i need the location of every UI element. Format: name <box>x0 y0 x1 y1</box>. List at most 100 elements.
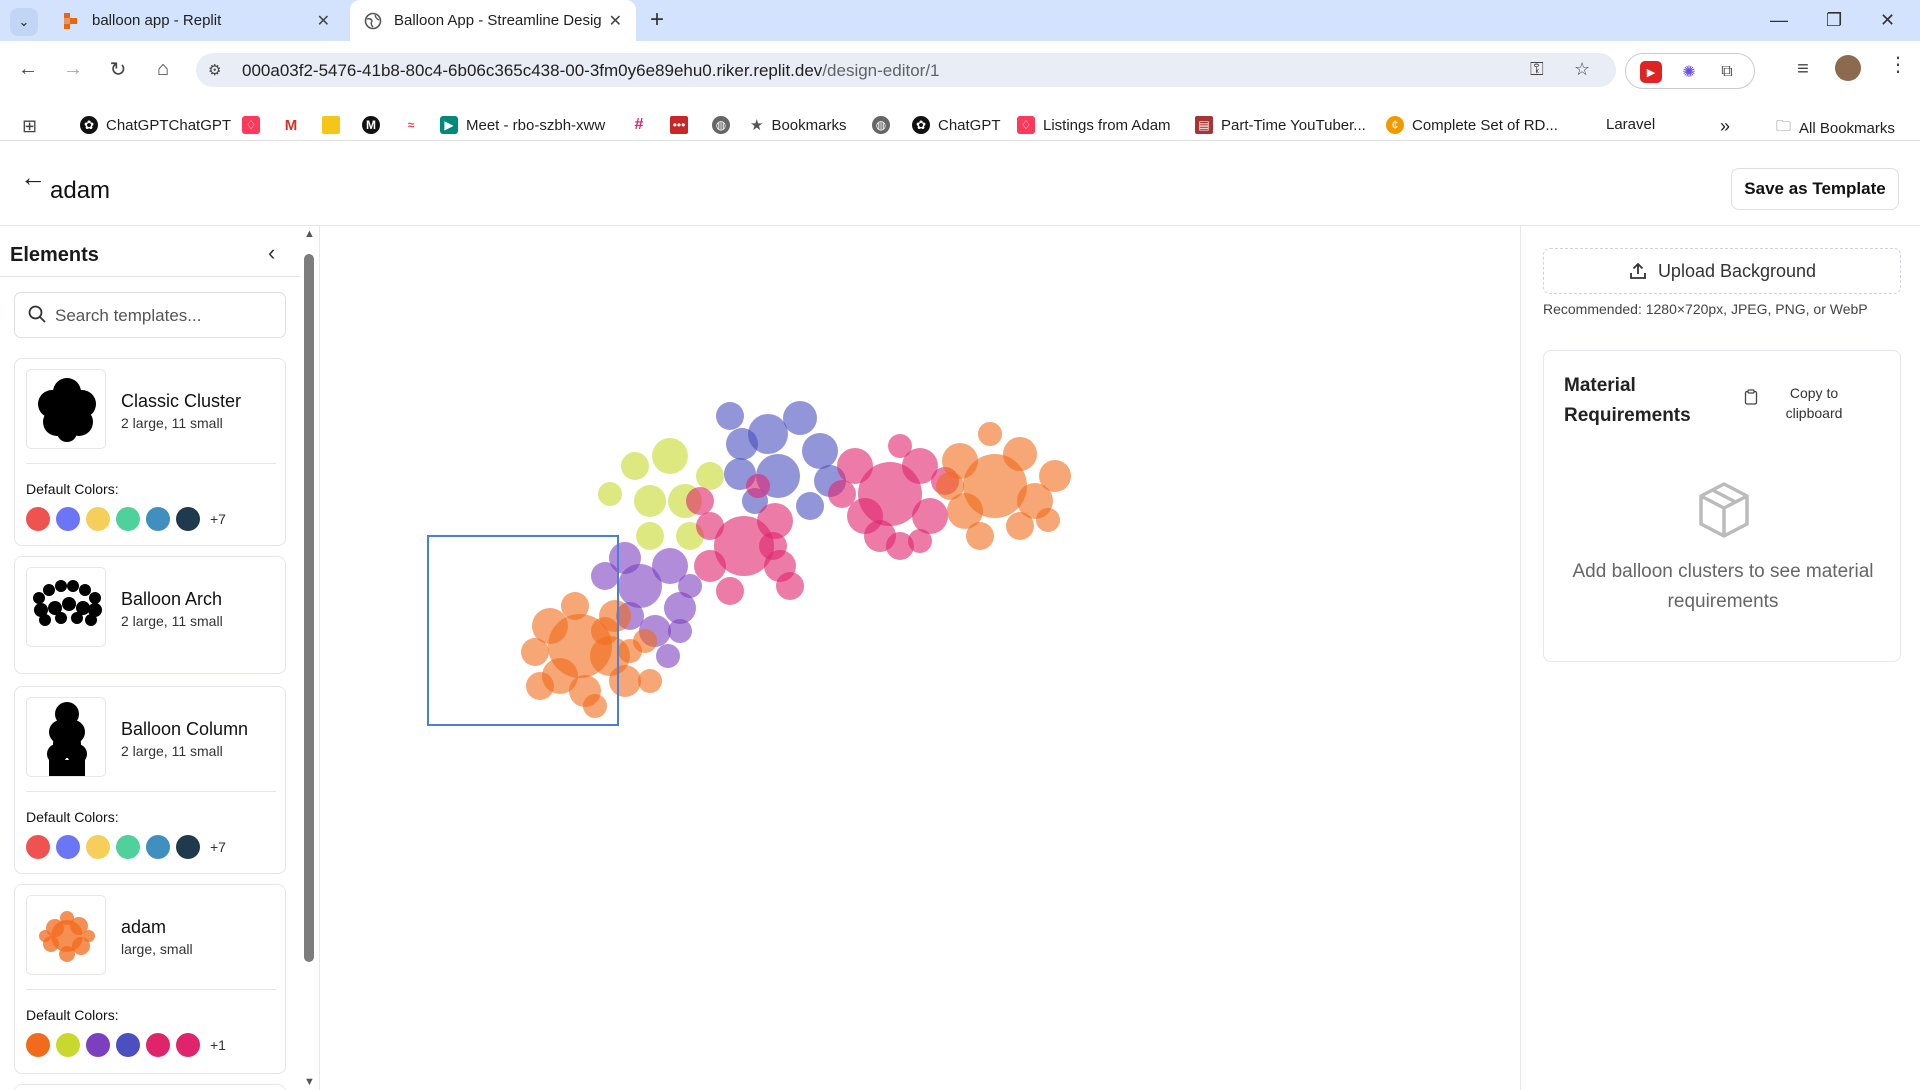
template-card-partial[interactable] <box>14 1084 286 1090</box>
extensions-puzzle-icon[interactable]: ⧉ <box>1716 61 1738 83</box>
bookmark-sheets[interactable] <box>322 116 348 134</box>
tab-balloon-app[interactable]: Balloon App - Streamline Design ✕ <box>350 0 636 41</box>
color-swatch[interactable] <box>116 835 140 859</box>
template-card-classic-cluster[interactable]: Classic Cluster 2 large, 11 small Defaul… <box>14 358 286 546</box>
more-colors-count: +7 <box>210 511 226 527</box>
bookmark-label: Listings from Adam <box>1043 116 1171 134</box>
template-card-balloon-column[interactable]: Balloon Column 2 large, 11 small Default… <box>14 686 286 874</box>
site-info-icon[interactable]: ⚙ <box>208 61 221 79</box>
forward-icon[interactable]: → <box>58 54 88 84</box>
color-swatch[interactable] <box>146 1033 170 1057</box>
bookmark-star-icon[interactable]: ☆ <box>1574 59 1590 80</box>
slack-icon: # <box>630 116 648 134</box>
copy-to-clipboard-button[interactable]: Copy to clipboard <box>1774 383 1854 423</box>
bookmark-listings-adam[interactable]: ♢ Listings from Adam <box>1017 116 1171 134</box>
color-swatch[interactable] <box>26 1033 50 1057</box>
bookmark-airbnb[interactable]: ♢ <box>242 116 268 134</box>
address-bar[interactable]: ⚙ 000a03f2-5476-41b8-80c4-6b06c365c438-0… <box>196 53 1616 87</box>
search-input[interactable] <box>55 303 275 329</box>
tab-title: Balloon App - Streamline Design <box>394 12 601 29</box>
bookmark-gmail[interactable]: M <box>282 116 308 134</box>
window-close-icon[interactable]: ✕ <box>1880 10 1895 31</box>
color-swatch[interactable] <box>146 835 170 859</box>
bookmark-complete-set-rd[interactable]: ¢ Complete Set of RD... <box>1386 116 1558 134</box>
bookmark-slack[interactable]: # <box>630 116 656 134</box>
package-box-icon <box>1699 482 1749 538</box>
balloon-circle <box>678 574 702 598</box>
tab-replit[interactable]: balloon app - Replit ✕ <box>48 0 344 41</box>
template-card-balloon-arch[interactable]: Balloon Arch 2 large, 11 small <box>14 556 286 674</box>
globe-icon <box>364 12 382 29</box>
upload-background-button[interactable]: Upload Background <box>1543 248 1901 294</box>
color-swatch[interactable] <box>26 507 50 531</box>
color-swatch[interactable] <box>146 507 170 531</box>
color-swatch[interactable] <box>26 835 50 859</box>
scrollbar-thumb[interactable] <box>304 254 314 962</box>
url-text[interactable]: 000a03f2-5476-41b8-80c4-6b06c365c438-00-… <box>242 61 940 81</box>
media-controls-icon[interactable]: ≡ <box>1788 54 1818 84</box>
color-swatch[interactable] <box>86 507 110 531</box>
color-swatch[interactable] <box>176 835 200 859</box>
new-tab-icon[interactable]: + <box>650 8 664 32</box>
balloon-cluster-canvas[interactable] <box>320 226 1520 1090</box>
chevron-left-icon[interactable]: ‹ <box>268 240 275 266</box>
color-swatches: +1 <box>26 1033 226 1057</box>
bookmark-m-logo[interactable]: M <box>362 116 388 134</box>
template-search[interactable] <box>14 292 286 338</box>
clipboard-icon[interactable] <box>1744 389 1758 405</box>
template-name: Balloon Arch <box>121 589 223 609</box>
back-icon[interactable]: ← <box>13 54 43 84</box>
bookmark-dots[interactable]: ••• <box>670 116 696 134</box>
color-swatch[interactable] <box>116 507 140 531</box>
bookmark-chatgpt-chatgpt[interactable]: ✿ ChatGPTChatGPT <box>80 116 231 134</box>
bookmark-part-time-youtuber[interactable]: ▤ Part-Time YouTuber... <box>1195 116 1366 134</box>
default-colors-label: Default Colors: <box>26 809 119 825</box>
close-icon[interactable]: ✕ <box>317 11 330 31</box>
color-swatch[interactable] <box>86 835 110 859</box>
balloon-circle <box>526 672 554 700</box>
bookmark-folder-bookmarks[interactable]: ★ Bookmarks <box>750 116 846 135</box>
bookmark-chatgpt[interactable]: ✿ ChatGPT <box>912 116 1001 134</box>
scroll-down-icon[interactable]: ▼ <box>304 1076 315 1088</box>
all-bookmarks[interactable]: 🗀 All Bookmarks <box>1776 116 1895 141</box>
bookmark-laravel[interactable]: Laravel <box>1606 116 1655 133</box>
snowflake-extension-icon[interactable]: ✺ <box>1678 61 1700 83</box>
profile-avatar[interactable] <box>1835 55 1861 81</box>
bookmark-globe-2[interactable]: ◍ <box>872 116 898 134</box>
balloon-circle <box>966 522 994 550</box>
color-swatch[interactable] <box>176 507 200 531</box>
color-swatch[interactable] <box>86 1033 110 1057</box>
color-swatch[interactable] <box>56 835 80 859</box>
balloon-circle <box>716 577 744 605</box>
color-swatch[interactable] <box>176 1033 200 1057</box>
home-icon[interactable]: ⌂ <box>148 54 178 84</box>
record-extension-icon[interactable]: ▶ <box>1640 61 1662 83</box>
color-swatch[interactable] <box>56 507 80 531</box>
globe-icon: ◍ <box>712 116 730 134</box>
browser-menu-icon[interactable]: ⋮ <box>1888 52 1908 77</box>
restore-icon[interactable]: ❐ <box>1826 10 1842 31</box>
template-card-adam[interactable]: adam large, small Default Colors: +1 <box>14 884 286 1074</box>
design-canvas[interactable] <box>320 226 1520 1090</box>
bookmark-meet[interactable]: ▶ Meet - rbo-szbh-xww <box>440 116 605 134</box>
bookmark-globe[interactable]: ◍ <box>712 116 738 134</box>
password-key-icon[interactable]: ⚿ <box>1530 59 1544 80</box>
scroll-up-icon[interactable]: ▲ <box>304 228 315 240</box>
reload-icon[interactable]: ↻ <box>103 54 133 84</box>
sidebar-scrollbar[interactable]: ▲ ▼ <box>302 228 316 1088</box>
save-as-template-button[interactable]: Save as Template <box>1731 168 1899 210</box>
apps-grid-icon[interactable]: ⊞ <box>22 116 37 137</box>
folder-icon: 🗀 <box>1776 118 1792 135</box>
color-swatch[interactable] <box>116 1033 140 1057</box>
balloon-arch-thumbnail <box>26 567 106 647</box>
balloon-circle <box>561 592 589 620</box>
color-swatch[interactable] <box>56 1033 80 1057</box>
close-icon[interactable]: ✕ <box>609 11 622 31</box>
bookmark-monday[interactable]: ≈ <box>402 116 428 134</box>
tab-search-dropdown-icon[interactable]: ⌄ <box>10 8 38 36</box>
bookmark-label: All Bookmarks <box>1799 120 1895 137</box>
more-bookmarks-icon[interactable]: » <box>1720 116 1730 137</box>
back-arrow-icon[interactable]: ← <box>20 162 46 193</box>
template-desc: large, small <box>121 941 193 957</box>
minimize-icon[interactable]: — <box>1770 10 1788 31</box>
